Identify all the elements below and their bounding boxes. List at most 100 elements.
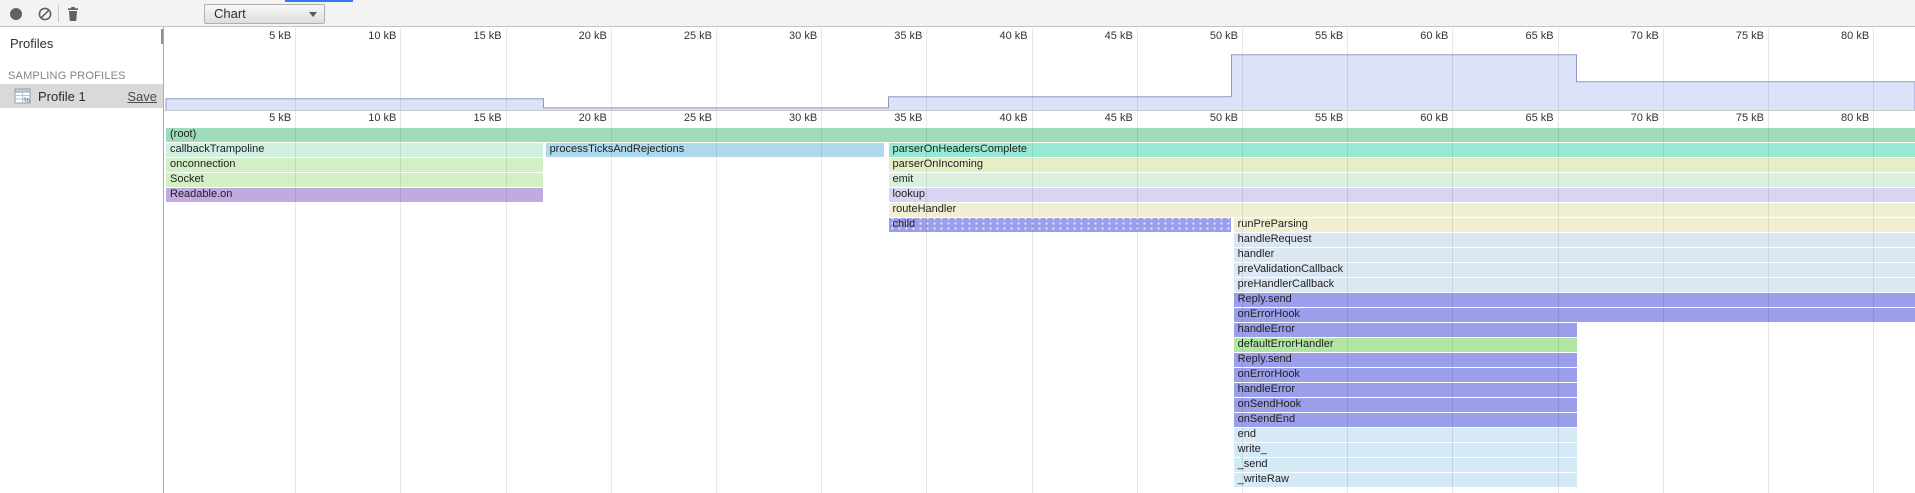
gridline xyxy=(295,28,296,493)
flame-bar[interactable]: _send xyxy=(1234,458,1577,472)
ruler-bottom-label: 75 kB xyxy=(1736,112,1764,124)
gridline xyxy=(1032,28,1033,493)
flame-bar[interactable]: handleError xyxy=(1234,323,1577,337)
active-tab-indicator xyxy=(285,0,353,2)
ruler-top-label: 80 kB xyxy=(1841,30,1869,42)
flame-bar[interactable]: handleRequest xyxy=(1234,233,1915,247)
ruler-bottom-label: 45 kB xyxy=(1105,112,1133,124)
flame-bar[interactable]: preHandlerCallback xyxy=(1234,278,1915,292)
svg-text:%: % xyxy=(24,98,30,105)
gridline xyxy=(611,28,612,493)
flame-bar[interactable]: onSendHook xyxy=(1234,398,1577,412)
gridline xyxy=(716,28,717,493)
toolbar: Chart xyxy=(0,0,1915,27)
ruler-top-label: 20 kB xyxy=(579,30,607,42)
ruler-top-label: 70 kB xyxy=(1631,30,1659,42)
ruler-bottom-label: 5 kB xyxy=(269,112,291,124)
ruler-top-label: 45 kB xyxy=(1105,30,1133,42)
gridline xyxy=(1137,28,1138,493)
ruler-bottom-label: 30 kB xyxy=(789,112,817,124)
block-icon xyxy=(37,6,53,22)
ruler-top-label: 25 kB xyxy=(684,30,712,42)
ruler-bottom-label: 25 kB xyxy=(684,112,712,124)
gridline xyxy=(1873,28,1874,493)
flame-bar[interactable]: onErrorHook xyxy=(1234,308,1915,322)
flame-bar[interactable]: onErrorHook xyxy=(1234,368,1577,382)
flame-bar[interactable]: _writeRaw xyxy=(1234,473,1577,487)
flame-bar[interactable]: handleError xyxy=(1234,383,1577,397)
ruler-bottom-label: 70 kB xyxy=(1631,112,1659,124)
profile-name: Profile 1 xyxy=(38,89,86,104)
sampling-profiles-section-title: SAMPLING PROFILES xyxy=(8,70,126,82)
view-mode-select[interactable]: Chart xyxy=(204,4,325,24)
ruler-bottom-label: 20 kB xyxy=(579,112,607,124)
gridline xyxy=(1242,28,1243,493)
gridline xyxy=(1558,28,1559,493)
ruler-divider xyxy=(164,110,1915,111)
record-button[interactable] xyxy=(7,5,25,23)
overview-scrollbar-thumb[interactable] xyxy=(161,29,163,44)
ruler-top-label: 10 kB xyxy=(368,30,396,42)
flame-bar[interactable]: onSendEnd xyxy=(1234,413,1577,427)
ruler-top-label: 65 kB xyxy=(1525,30,1553,42)
ruler-bottom-label: 15 kB xyxy=(473,112,501,124)
ruler-bottom-label: 50 kB xyxy=(1210,112,1238,124)
chevron-down-icon xyxy=(309,12,317,17)
toolbar-separator xyxy=(58,5,59,22)
record-icon xyxy=(8,6,24,22)
ruler-top-label: 30 kB xyxy=(789,30,817,42)
ruler-top-label: 55 kB xyxy=(1315,30,1343,42)
ruler-top-label: 75 kB xyxy=(1736,30,1764,42)
flame-bar[interactable]: handler xyxy=(1234,248,1915,262)
ruler-bottom-label: 65 kB xyxy=(1525,112,1553,124)
flame-bar[interactable]: Socket xyxy=(166,173,543,187)
ruler-top-label: 50 kB xyxy=(1210,30,1238,42)
sidebar-splitter[interactable] xyxy=(163,0,164,493)
clear-button[interactable] xyxy=(36,5,54,23)
gridline xyxy=(506,28,507,493)
flame-bar[interactable]: write_ xyxy=(1234,443,1577,457)
trash-icon xyxy=(65,6,81,22)
ruler-bottom-label: 40 kB xyxy=(999,112,1027,124)
ruler-top-label: 5 kB xyxy=(269,30,291,42)
flame-bar[interactable]: Reply.send xyxy=(1234,293,1915,307)
ruler-top-label: 35 kB xyxy=(894,30,922,42)
flame-bar[interactable]: emit xyxy=(889,173,1915,187)
ruler-bottom-label: 10 kB xyxy=(368,112,396,124)
flame-bar[interactable]: (root) xyxy=(166,128,1915,142)
profiles-sidebar: Profiles SAMPLING PROFILES % Profile 1 S… xyxy=(0,27,163,493)
flame-bar[interactable]: onconnection xyxy=(166,158,543,172)
gridline xyxy=(1663,28,1664,493)
flame-bar[interactable]: routeHandler xyxy=(889,203,1915,217)
flame-bar[interactable]: lookup xyxy=(889,188,1915,202)
ruler-bottom-label: 35 kB xyxy=(894,112,922,124)
sidebar-heading: Profiles xyxy=(10,36,53,51)
gridline xyxy=(1347,28,1348,493)
gridline xyxy=(1768,28,1769,493)
flame-bar[interactable]: parserOnHeadersComplete xyxy=(889,143,1915,157)
view-mode-value: Chart xyxy=(214,6,246,21)
gridline xyxy=(400,28,401,493)
flame-bar[interactable]: child xyxy=(889,218,1232,232)
flame-bar[interactable]: defaultErrorHandler xyxy=(1234,338,1577,352)
flame-bar[interactable]: runPreParsing xyxy=(1234,218,1915,232)
gridline xyxy=(926,28,927,493)
ruler-top-label: 40 kB xyxy=(999,30,1027,42)
ruler-top-label: 60 kB xyxy=(1420,30,1448,42)
flame-bar[interactable]: processTicksAndRejections xyxy=(546,143,885,157)
save-profile-link[interactable]: Save xyxy=(127,89,157,104)
flame-bar[interactable]: Reply.send xyxy=(1234,353,1577,367)
ruler-bottom-label: 80 kB xyxy=(1841,112,1869,124)
flame-bar[interactable]: end xyxy=(1234,428,1577,442)
sidebar-item-profile-1[interactable]: % Profile 1 Save xyxy=(0,84,163,108)
flame-bar[interactable]: parserOnIncoming xyxy=(889,158,1915,172)
flame-bar[interactable]: Readable.on xyxy=(166,188,543,202)
gridline xyxy=(1452,28,1453,493)
ruler-bottom-label: 60 kB xyxy=(1420,112,1448,124)
ruler-top-label: 15 kB xyxy=(473,30,501,42)
ruler-bottom-label: 55 kB xyxy=(1315,112,1343,124)
flame-bar[interactable]: preValidationCallback xyxy=(1234,263,1915,277)
flame-bar[interactable]: callbackTrampoline xyxy=(166,143,543,157)
gridline xyxy=(821,28,822,493)
delete-profile-button[interactable] xyxy=(64,5,82,23)
